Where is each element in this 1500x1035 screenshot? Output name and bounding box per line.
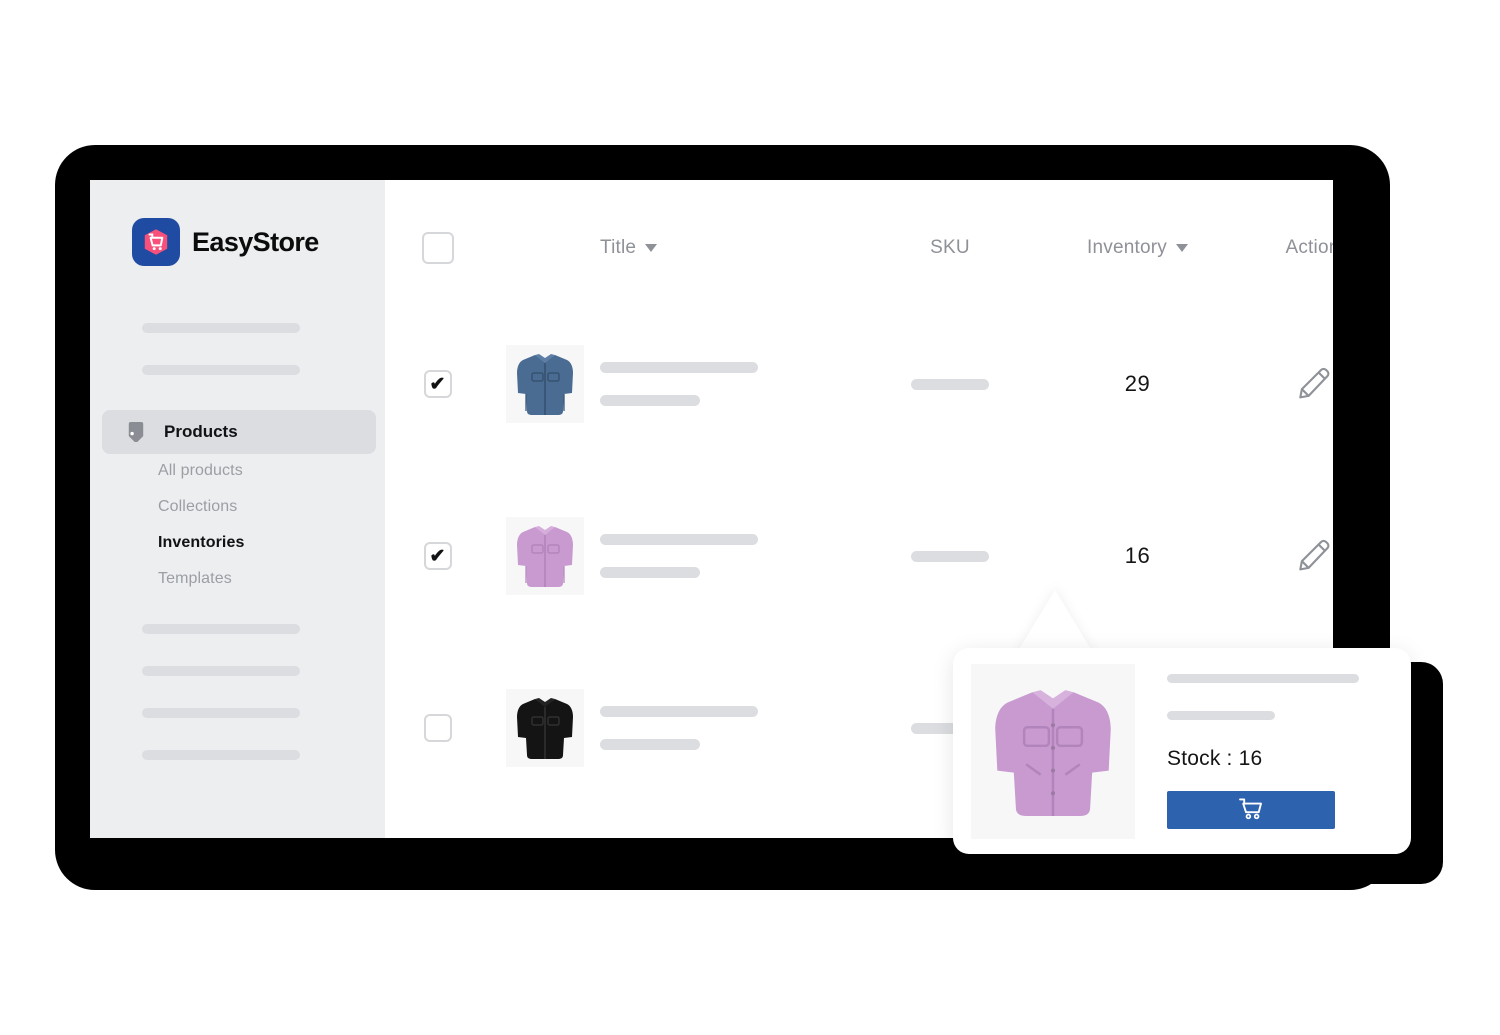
sku-header-cell: SKU [855, 237, 1045, 259]
placeholder-bar [600, 395, 700, 406]
title-placeholder [600, 362, 855, 406]
row-thumbnail-cell [490, 517, 600, 595]
row-select-cell: ✔ [385, 542, 490, 570]
row-sku-cell [855, 550, 1045, 562]
row-inventory-cell: 29 [1045, 371, 1230, 397]
row-checkbox[interactable]: ✔ [423, 542, 452, 570]
action-header-cell: Action [1230, 237, 1333, 259]
column-header-inventory-label: Inventory [1087, 237, 1167, 258]
popup-product-image [971, 664, 1135, 839]
pink-lilac-jacket-thumbnail [506, 517, 584, 595]
column-header-title-label: Title [600, 237, 637, 258]
inventory-header-cell: Inventory [1045, 237, 1230, 259]
sidebar-bottom-placeholders [142, 624, 300, 792]
title-placeholder [600, 706, 855, 750]
placeholder-bar [1167, 711, 1275, 720]
sidebar-subitems: All products Collections Inventories Tem… [158, 463, 368, 607]
placeholder-bar [600, 706, 758, 717]
row-select-cell: ✔ [385, 370, 490, 398]
placeholder-bar [142, 323, 300, 333]
black-jacket-thumbnail [506, 689, 584, 767]
placeholder-bar [142, 750, 300, 760]
placeholder-bar [1167, 674, 1359, 683]
placeholder-bar [142, 365, 300, 375]
title-placeholder [600, 534, 855, 578]
placeholder-bar [600, 739, 700, 750]
placeholder-bar [600, 534, 758, 545]
row-title-cell [600, 706, 855, 750]
sidebar-item-label: Products [164, 422, 238, 441]
row-select-cell [385, 714, 490, 742]
blue-denim-jacket-thumbnail [506, 345, 584, 423]
popup-info: Stock : 16 [1167, 674, 1411, 829]
table-row[interactable]: ✔ [385, 517, 1333, 595]
shopping-cart-icon [1238, 797, 1264, 824]
row-title-cell [600, 362, 855, 406]
check-icon: ✔ [429, 373, 446, 395]
column-header-sku[interactable]: SKU [930, 237, 970, 259]
add-to-cart-button[interactable] [1167, 791, 1335, 829]
placeholder-bar [142, 624, 300, 634]
placeholder-bar [142, 708, 300, 718]
sidebar-top-placeholders [142, 323, 300, 407]
select-all-cell [385, 232, 490, 264]
row-thumbnail-cell [490, 689, 600, 767]
sidebar: EasyStore Products All products Collecti… [90, 180, 385, 838]
brand-name: EasyStore [192, 226, 319, 257]
column-header-inventory[interactable]: Inventory [1087, 237, 1188, 259]
table-row[interactable]: ✔ [385, 345, 1333, 423]
pencil-edit-icon[interactable] [1296, 537, 1330, 576]
popup-pointer [1015, 590, 1095, 656]
column-header-title[interactable]: Title [600, 237, 855, 259]
table-header-row: Title SKU Inventory Actio [385, 228, 1333, 268]
sidebar-item-inventories[interactable]: Inventories [158, 535, 368, 551]
pencil-edit-icon[interactable] [1296, 365, 1330, 404]
scene: EasyStore Products All products Collecti… [0, 0, 1500, 1035]
column-header-action: Action [1285, 237, 1333, 259]
row-title-cell [600, 534, 855, 578]
placeholder-bar [911, 378, 989, 390]
placeholder-bar [142, 666, 300, 676]
stock-label: Stock : 16 [1167, 747, 1263, 770]
sidebar-item-templates[interactable]: Templates [158, 571, 368, 587]
sidebar-item-collections[interactable]: Collections [158, 499, 368, 515]
row-action-cell [1230, 537, 1333, 576]
row-action-cell [1230, 365, 1333, 404]
chevron-down-icon[interactable] [645, 244, 658, 252]
select-all-checkbox[interactable] [421, 232, 454, 264]
inventory-value: 29 [1124, 371, 1151, 396]
chevron-down-icon[interactable] [1175, 244, 1188, 252]
product-preview-popup: Stock : 16 [953, 648, 1411, 854]
row-sku-cell [855, 378, 1045, 390]
column-header-action-label: Action [1285, 237, 1333, 258]
check-icon: ✔ [429, 545, 446, 567]
easystore-cart-shield-logo [132, 218, 180, 266]
title-header-cell: Title [600, 237, 855, 259]
brand: EasyStore [132, 218, 319, 266]
placeholder-bar [600, 362, 758, 373]
row-checkbox[interactable] [423, 714, 452, 742]
inventory-value: 16 [1124, 543, 1151, 568]
placeholder-bar [600, 567, 700, 578]
column-header-sku-label: SKU [930, 237, 970, 258]
sidebar-item-all-products[interactable]: All products [158, 463, 368, 479]
row-thumbnail-cell [490, 345, 600, 423]
sidebar-item-products[interactable]: Products [102, 410, 376, 454]
placeholder-bar [911, 550, 989, 562]
row-checkbox[interactable]: ✔ [423, 370, 452, 398]
tag-icon [124, 418, 148, 447]
row-inventory-cell: 16 [1045, 543, 1230, 569]
